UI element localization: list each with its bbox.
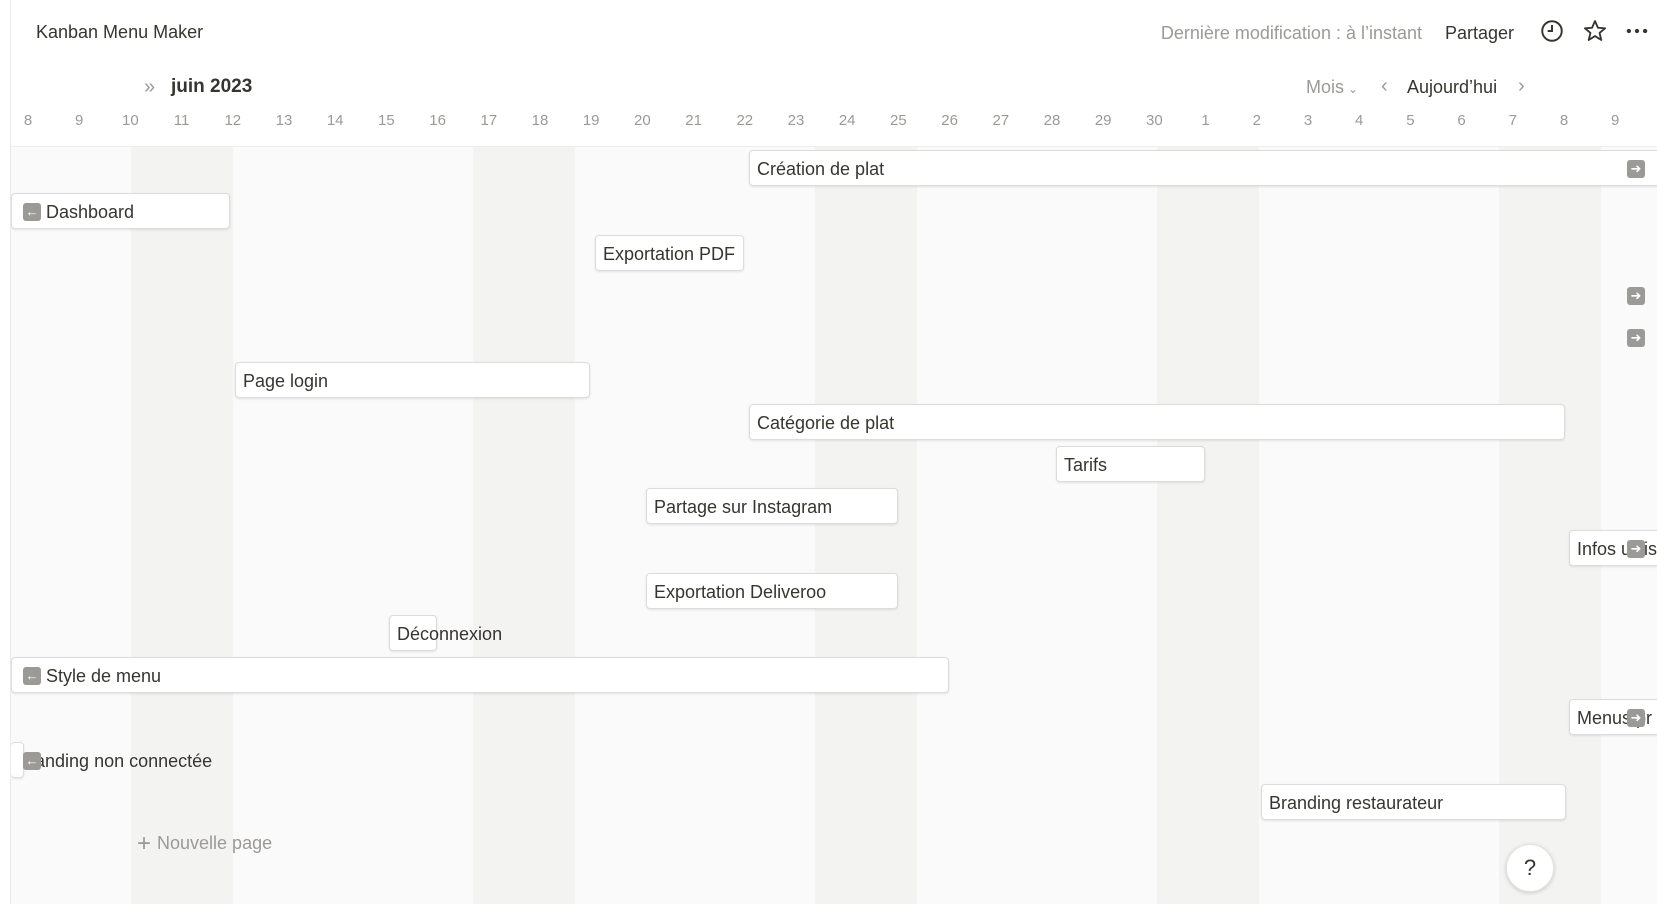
task-label: Déconnexion bbox=[397, 624, 503, 644]
day-label: 2 bbox=[1252, 112, 1261, 129]
day-label: 18 bbox=[531, 112, 549, 129]
task-label: Dashboard bbox=[46, 202, 135, 222]
day-label: 3 bbox=[1303, 112, 1313, 129]
app-window: Kanban Menu Maker Dernière modification … bbox=[10, 0, 1657, 904]
task-bar[interactable]: Page login bbox=[235, 362, 590, 398]
task-bar[interactable]: Partage sur Instagram bbox=[646, 488, 898, 524]
task-label: Exportation Deliveroo bbox=[654, 582, 827, 602]
task-label: Style de menu bbox=[46, 666, 162, 686]
day-label: 9 bbox=[75, 112, 84, 129]
day-label: 25 bbox=[890, 112, 907, 129]
day-label: 24 bbox=[838, 112, 856, 129]
task-label: Branding restaurateur bbox=[1269, 793, 1444, 813]
star-icon[interactable] bbox=[1582, 18, 1608, 44]
task-label: Partage sur Instagram bbox=[654, 497, 833, 517]
new-page-button[interactable]: + Nouvelle page bbox=[137, 830, 272, 858]
day-label: 29 bbox=[1094, 112, 1112, 129]
arrow-right-icon[interactable]: ➜ bbox=[1627, 709, 1645, 727]
task-bar[interactable]: Catégorie de plat bbox=[749, 404, 1565, 440]
day-label: 9 bbox=[1611, 112, 1620, 129]
day-label: 23 bbox=[787, 112, 805, 129]
task-label: Exportation PDF bbox=[603, 244, 736, 264]
day-label: 8 bbox=[23, 112, 33, 129]
task-bar[interactable]: Exportation PDF bbox=[595, 235, 744, 271]
task-bar[interactable]: Exportation Deliveroo bbox=[646, 573, 898, 609]
day-label: 26 bbox=[941, 112, 958, 129]
timeline-header: » juin 2023 Mois ⌄ ‹ Aujourd’hui › 8 9 10 11… bbox=[11, 62, 1657, 147]
weekend-column bbox=[473, 147, 575, 904]
view-mode-dropdown[interactable]: Mois ⌄ bbox=[1306, 77, 1358, 98]
plus-icon: + bbox=[137, 830, 152, 857]
day-label: 6 bbox=[1457, 112, 1466, 129]
task-label: Page login bbox=[243, 371, 329, 391]
double-chevron-icon[interactable]: » bbox=[144, 76, 155, 99]
task-label: Infos utilis bbox=[1577, 539, 1657, 559]
task-bar[interactable]: Style de menu bbox=[11, 657, 949, 693]
day-label: 4 bbox=[1355, 112, 1364, 129]
more-icon[interactable] bbox=[1624, 18, 1650, 44]
day-label: 11 bbox=[173, 112, 190, 129]
weekend-column bbox=[815, 147, 917, 904]
arrow-right-icon[interactable]: ➜ bbox=[1627, 160, 1645, 178]
month-title: juin 2023 bbox=[171, 76, 253, 97]
day-label: 17 bbox=[480, 112, 498, 129]
clock-icon[interactable] bbox=[1539, 18, 1565, 44]
weekend-column bbox=[1157, 147, 1259, 904]
day-label: 20 bbox=[634, 112, 651, 129]
day-label: 19 bbox=[582, 112, 600, 129]
arrow-left-icon[interactable]: ← bbox=[23, 667, 41, 685]
new-page-label: Nouvelle page bbox=[157, 833, 273, 853]
arrow-right-icon[interactable]: ➜ bbox=[1627, 540, 1645, 558]
day-label: 22 bbox=[736, 112, 754, 129]
chevron-right-icon[interactable]: › bbox=[1518, 75, 1525, 98]
page-title: Kanban Menu Maker bbox=[36, 22, 204, 42]
day-label: 15 bbox=[378, 112, 395, 129]
day-label: 12 bbox=[224, 112, 242, 129]
day-label: 27 bbox=[992, 112, 1010, 129]
task-label: Landing non connectée bbox=[25, 751, 213, 771]
chevron-left-icon[interactable]: ‹ bbox=[1381, 75, 1388, 98]
task-label: Catégorie de plat bbox=[757, 413, 895, 433]
last-edited-text: Dernière modification : à l’instant bbox=[1160, 23, 1422, 43]
arrow-right-icon[interactable]: ➜ bbox=[1627, 287, 1645, 305]
arrow-left-icon[interactable]: ← bbox=[23, 752, 41, 770]
task-label: Tarifs bbox=[1064, 455, 1108, 475]
day-label: 10 bbox=[122, 112, 139, 129]
task-bar[interactable]: Branding restaurateur bbox=[1261, 784, 1566, 820]
weekend-column bbox=[131, 147, 233, 904]
task-bar[interactable]: Déconnexion bbox=[389, 615, 502, 651]
help-button[interactable]: ? bbox=[1506, 844, 1554, 892]
topbar: Kanban Menu Maker Dernière modification … bbox=[11, 0, 1657, 63]
day-label: 21 bbox=[685, 112, 702, 129]
task-bar[interactable]: Dashboard bbox=[11, 193, 230, 229]
arrow-left-icon[interactable]: ← bbox=[23, 203, 41, 221]
day-label: 13 bbox=[275, 112, 293, 129]
day-label: 1 bbox=[1201, 112, 1210, 129]
task-bar[interactable]: Création de plat bbox=[749, 150, 1657, 186]
day-label: 8 bbox=[1559, 112, 1569, 129]
day-label: 14 bbox=[326, 112, 344, 129]
day-label: 30 bbox=[1146, 112, 1163, 129]
share-button[interactable]: Partager bbox=[1445, 23, 1514, 44]
day-label: 28 bbox=[1043, 112, 1061, 129]
day-label: 16 bbox=[429, 112, 446, 129]
today-button[interactable]: Aujourd’hui bbox=[1407, 77, 1497, 98]
day-label: 7 bbox=[1508, 112, 1517, 129]
arrow-right-icon[interactable]: ➜ bbox=[1627, 329, 1645, 347]
task-label: Création de plat bbox=[757, 159, 885, 179]
task-bar[interactable]: Tarifs bbox=[1056, 446, 1205, 482]
day-label: 5 bbox=[1406, 112, 1415, 129]
view-mode-label: Mois bbox=[1306, 77, 1345, 97]
chevron-down-icon: ⌄ bbox=[1348, 82, 1359, 96]
